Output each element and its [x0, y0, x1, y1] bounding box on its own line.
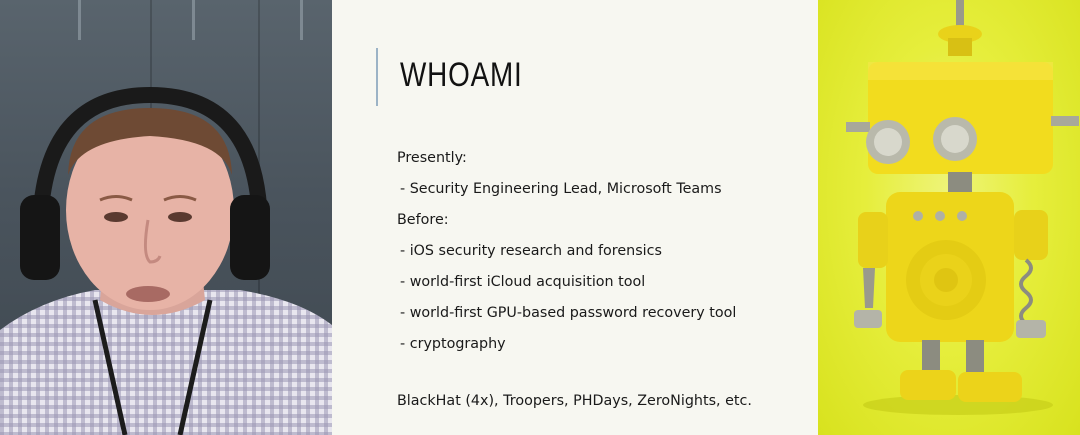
bullet-current-role: - Security Engineering Lead, Microsoft T… — [400, 181, 722, 197]
title-accent-rule — [376, 48, 378, 106]
presentation-slide: WHOAMI Presently: - Security Engineering… — [332, 0, 818, 435]
section-heading-presently: Presently: — [397, 150, 467, 166]
webcam-feed — [0, 0, 332, 435]
slide-body: Presently: - Security Engineering Lead, … — [397, 143, 807, 360]
robot-image — [818, 0, 1080, 435]
bullet-icloud-tool: - world-first iCloud acquisition tool — [400, 274, 646, 290]
robot-illustration — [846, 0, 1079, 415]
slide-title: WHOAMI — [400, 56, 523, 94]
slide-footer-conferences: BlackHat (4x), Troopers, PHDays, ZeroNig… — [397, 393, 752, 409]
section-heading-before: Before: — [397, 212, 449, 228]
presenter-image — [0, 86, 332, 435]
bullet-ios-research: - iOS security research and forensics — [400, 243, 662, 259]
bullet-cryptography: - cryptography — [400, 336, 506, 352]
bullet-gpu-tool: - world-first GPU-based password recover… — [400, 305, 737, 321]
